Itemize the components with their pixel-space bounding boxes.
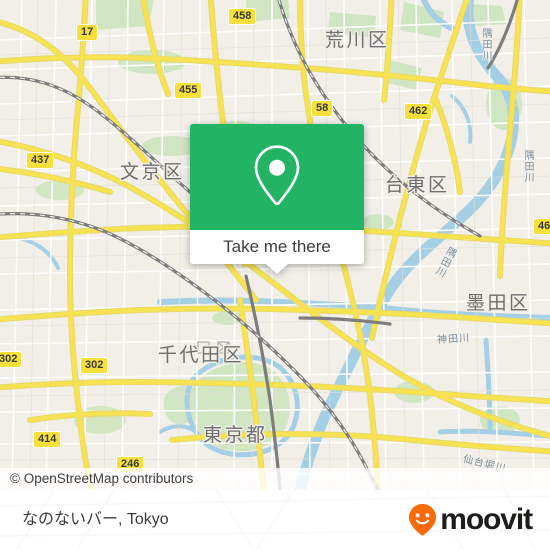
take-me-there-label: Take me there xyxy=(223,237,331,256)
place-popup-card[interactable]: Take me there xyxy=(190,124,364,274)
moovit-place-card-screenshot: 荒川区 文京区 台東区 墨田区 千代田区 東京都 隅田川 隅田川 隅田川 神田川… xyxy=(0,0,550,550)
location-pin-icon xyxy=(254,145,300,206)
bottom-bar: なのないバー, Tokyo moovit xyxy=(0,490,550,550)
map-canvas[interactable]: 荒川区 文京区 台東区 墨田区 千代田区 東京都 隅田川 隅田川 隅田川 神田川… xyxy=(0,0,550,490)
take-me-there-button[interactable]: Take me there xyxy=(190,230,364,264)
moovit-wordmark: moovit xyxy=(440,503,533,536)
popup-pointer-tail xyxy=(266,264,288,274)
osm-attribution[interactable]: © OpenStreetMap contributors xyxy=(0,468,550,490)
popup-header xyxy=(190,124,364,230)
place-name-label: なのないバー, Tokyo xyxy=(22,511,169,528)
moovit-logo: moovit xyxy=(408,490,533,550)
moovit-smiley-pin-icon xyxy=(409,504,437,536)
